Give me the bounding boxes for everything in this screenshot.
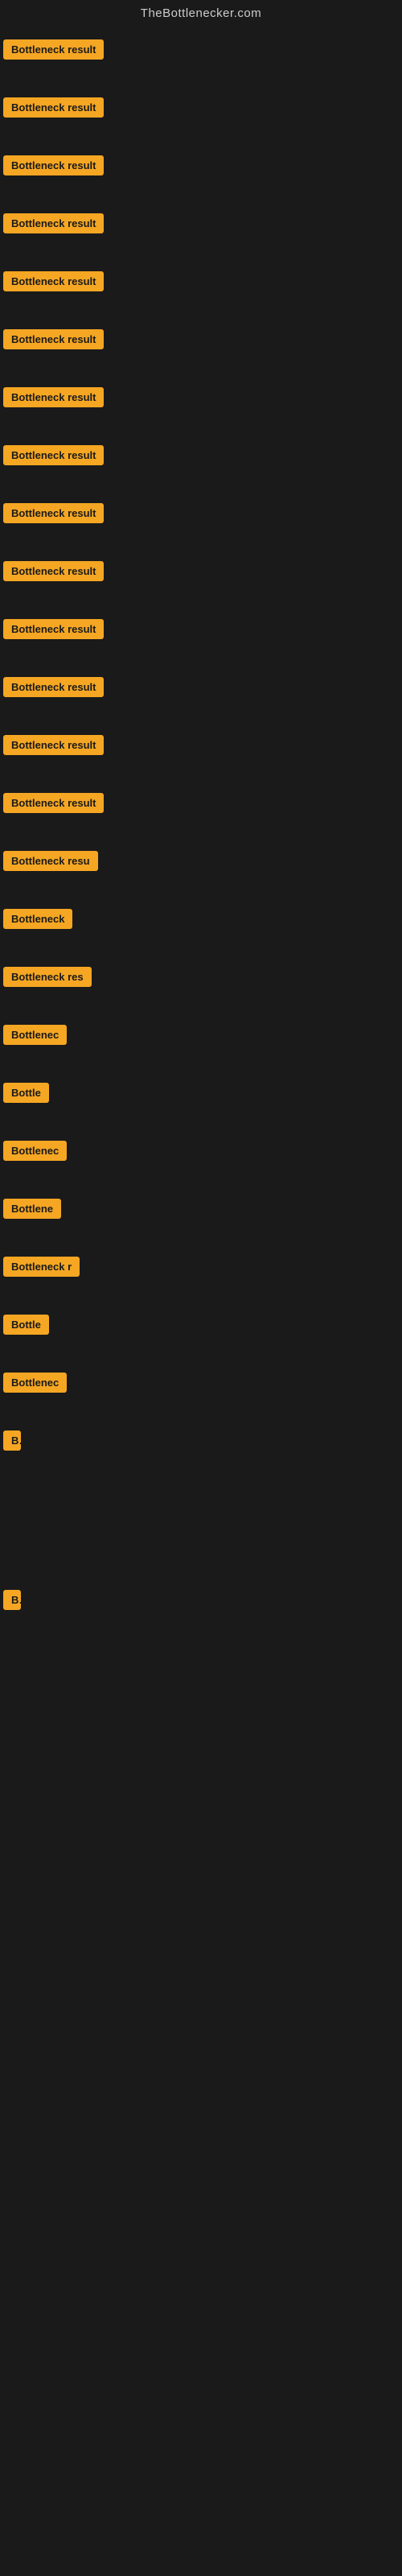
bottleneck-badge[interactable]: B (3, 1590, 21, 1610)
list-item: Bottleneck result (3, 493, 402, 551)
bottleneck-badge[interactable]: Bottleneck result (3, 793, 104, 813)
bottleneck-badge[interactable]: Bottleneck result (3, 155, 104, 175)
bottleneck-badge[interactable]: Bottleneck res (3, 967, 92, 987)
bottleneck-badge[interactable]: Bottleneck result (3, 677, 104, 697)
bottleneck-badge[interactable]: Bottleneck result (3, 213, 104, 233)
list-item: Bottleneck result (3, 609, 402, 667)
bottleneck-badge[interactable]: Bottleneck (3, 909, 72, 929)
list-item: Bottleneck result (3, 262, 402, 320)
list-item: Bottleneck result (3, 378, 402, 436)
list-item: Bottleneck result (3, 551, 402, 609)
list-item (3, 1546, 402, 1580)
site-header: TheBottlenecker.com (0, 0, 402, 30)
list-item: Bottlenec (3, 1015, 402, 1073)
bottleneck-badge[interactable]: Bottlene (3, 1199, 61, 1219)
bottleneck-badge[interactable]: Bottleneck result (3, 329, 104, 349)
bottleneck-badge[interactable]: Bottleneck result (3, 387, 104, 407)
list-item: Bottleneck result (3, 320, 402, 378)
bottleneck-badge[interactable]: Bottleneck r (3, 1257, 80, 1277)
list-item: Bottleneck (3, 899, 402, 957)
bottleneck-badge[interactable]: B (3, 1430, 21, 1451)
bottleneck-badge[interactable]: Bottle (3, 1315, 49, 1335)
list-item: Bottleneck result (3, 783, 402, 841)
list-item: Bottleneck result (3, 30, 402, 88)
list-item: B (3, 1580, 402, 1638)
list-item: Bottle (3, 1305, 402, 1363)
bottleneck-badge[interactable]: Bottleneck result (3, 503, 104, 523)
bottleneck-badge[interactable]: Bottleneck result (3, 561, 104, 581)
list-item: Bottleneck result (3, 725, 402, 783)
list-item: Bottleneck result (3, 436, 402, 493)
list-item: Bottleneck res (3, 957, 402, 1015)
list-item: Bottlene (3, 1189, 402, 1247)
list-item: Bottlenec (3, 1131, 402, 1189)
bottleneck-badge[interactable]: Bottleneck result (3, 271, 104, 291)
list-item: Bottleneck result (3, 667, 402, 725)
list-item: Bottle (3, 1073, 402, 1131)
list-item: B (3, 1421, 402, 1479)
bottleneck-list: Bottleneck result Bottleneck result Bottle… (0, 30, 402, 1740)
list-item: Bottleneck result (3, 146, 402, 204)
bottleneck-badge[interactable]: Bottleneck result (3, 735, 104, 755)
list-item (3, 1706, 402, 1740)
list-item (3, 1479, 402, 1513)
bottleneck-badge[interactable]: Bottleneck result (3, 445, 104, 465)
list-item: Bottleneck result (3, 88, 402, 146)
list-item (3, 1638, 402, 1672)
bottleneck-badge[interactable]: Bottlenec (3, 1141, 67, 1161)
list-item: Bottleneck result (3, 204, 402, 262)
bottleneck-badge[interactable]: Bottleneck resu (3, 851, 98, 871)
bottleneck-badge[interactable]: Bottleneck result (3, 39, 104, 60)
bottleneck-badge[interactable]: Bottlenec (3, 1373, 67, 1393)
list-item (3, 1513, 402, 1546)
bottleneck-badge[interactable]: Bottleneck result (3, 97, 104, 118)
list-item: Bottlenec (3, 1363, 402, 1421)
list-item: Bottleneck resu (3, 841, 402, 899)
bottleneck-badge[interactable]: Bottleneck result (3, 619, 104, 639)
site-title: TheBottlenecker.com (141, 6, 261, 20)
bottleneck-badge[interactable]: Bottlenec (3, 1025, 67, 1045)
list-item: Bottleneck r (3, 1247, 402, 1305)
list-item (3, 1672, 402, 1706)
bottleneck-badge[interactable]: Bottle (3, 1083, 49, 1103)
